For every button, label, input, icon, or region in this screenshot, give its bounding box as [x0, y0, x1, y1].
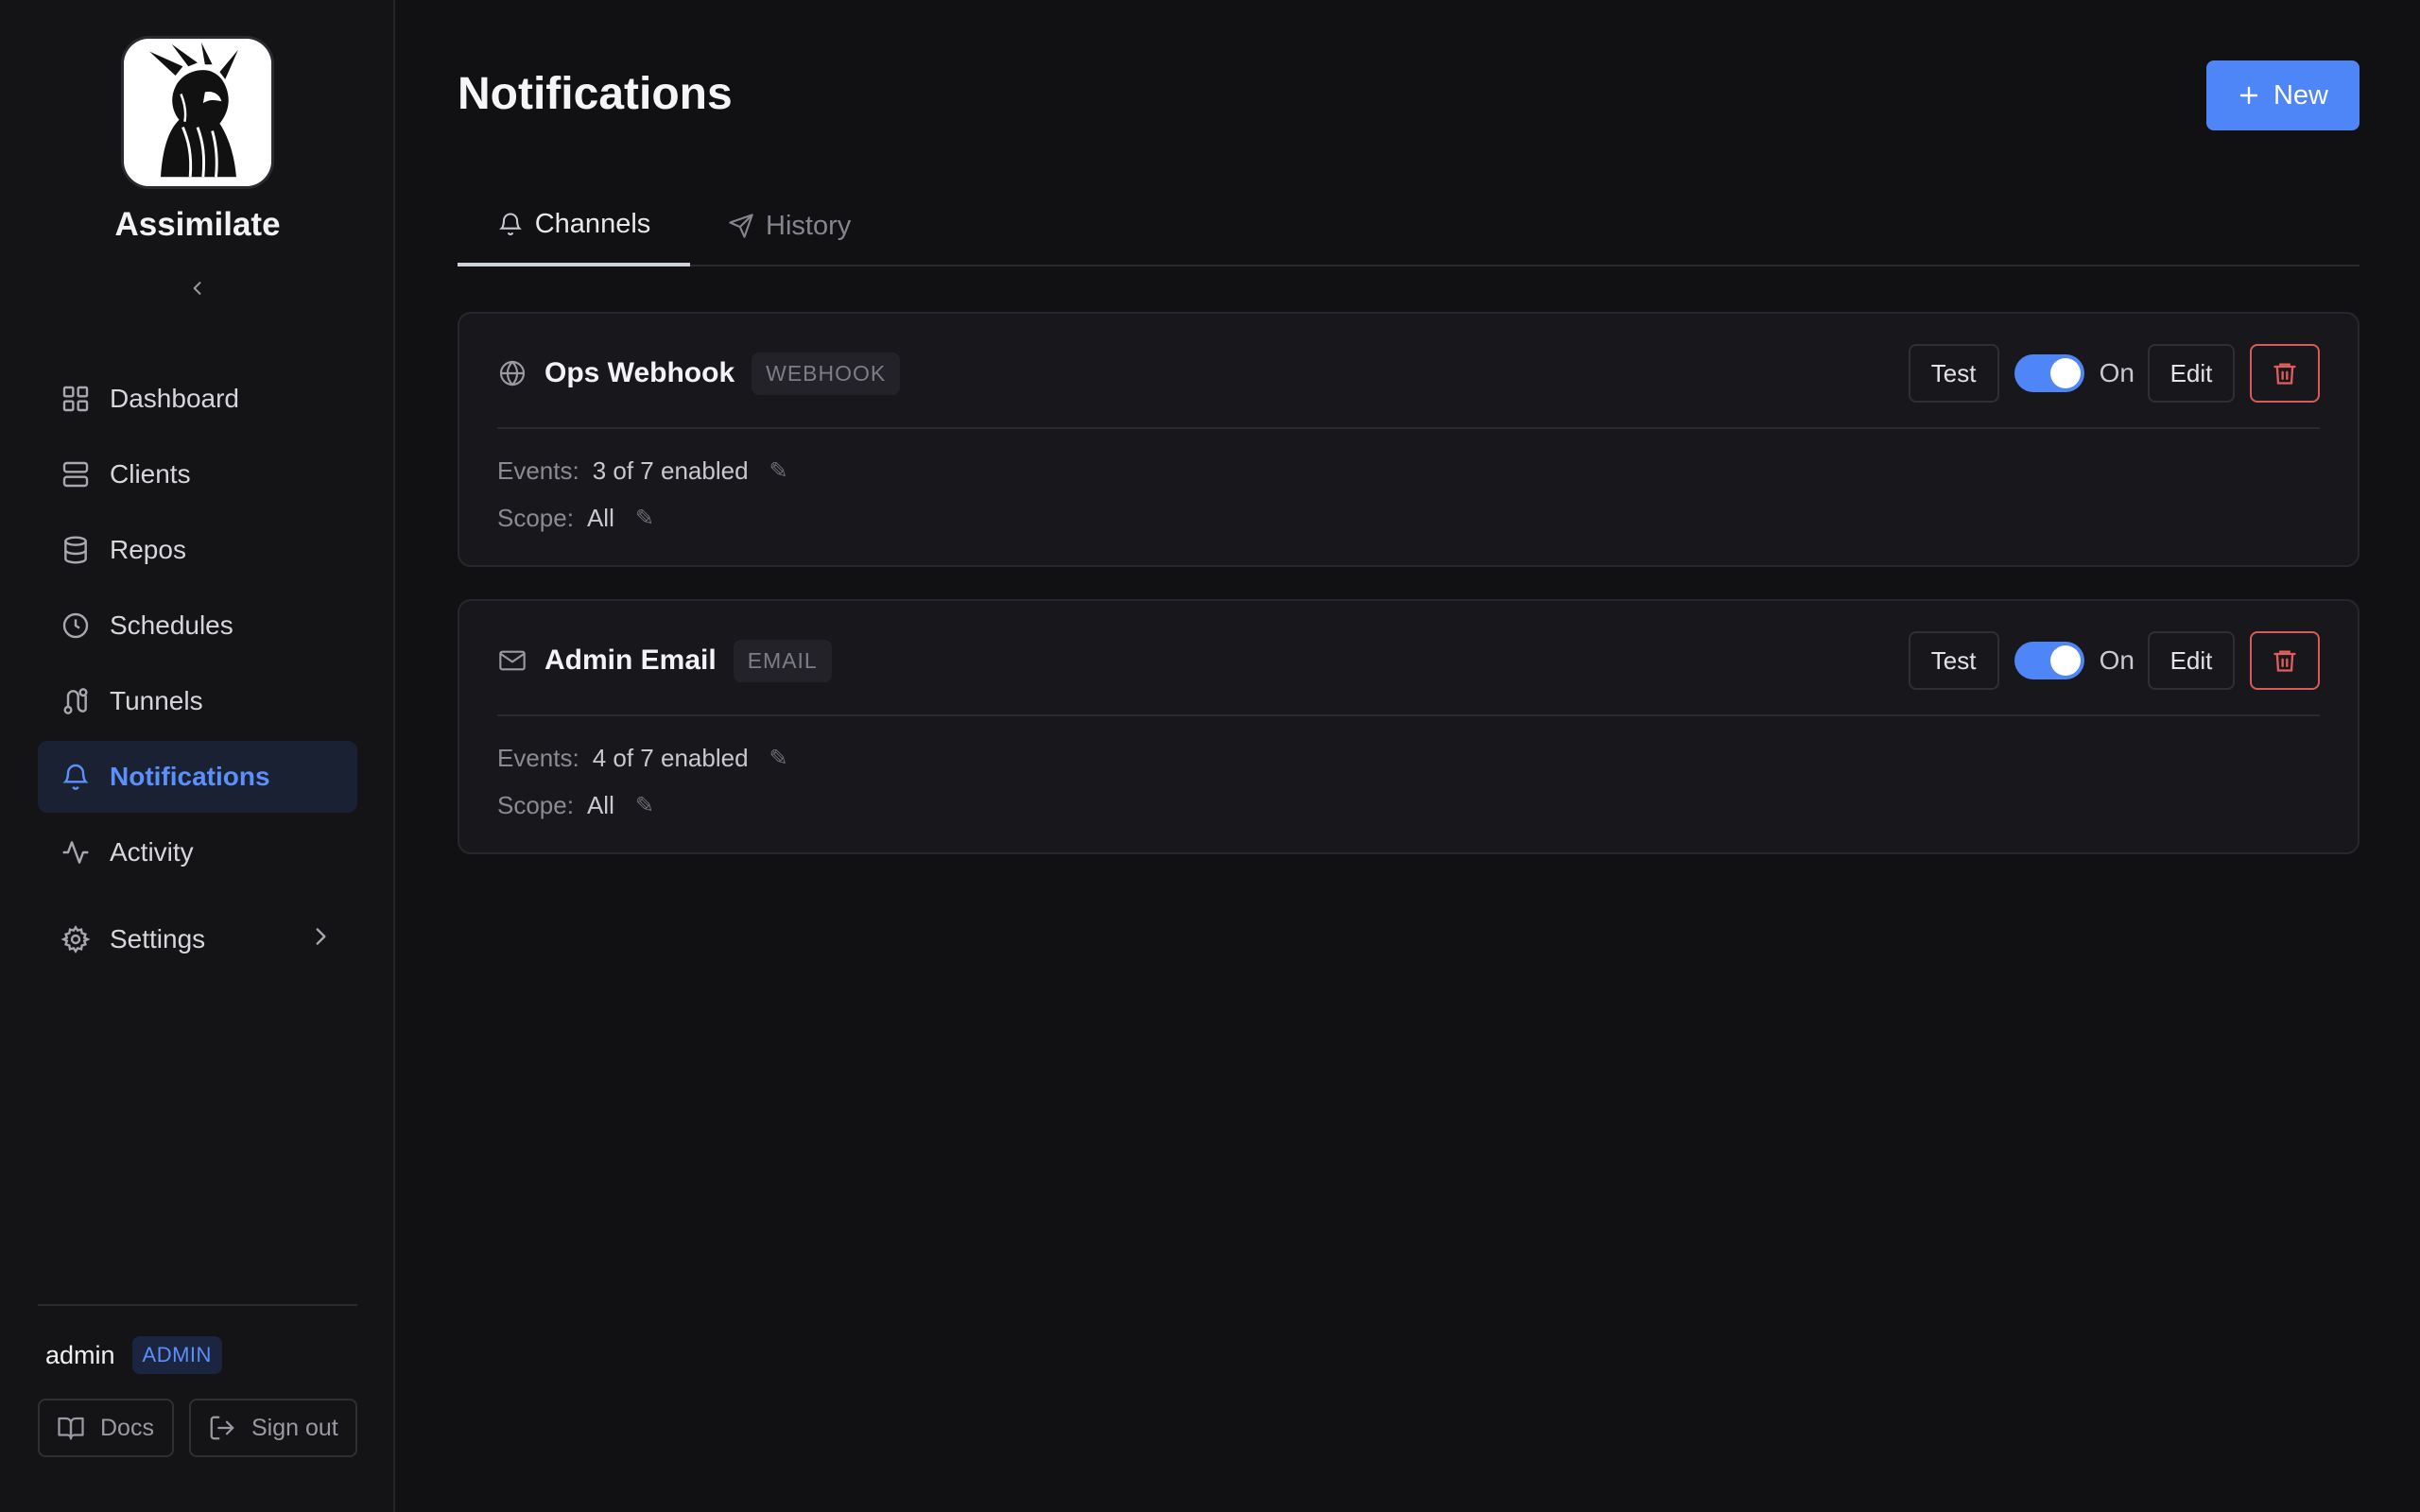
sidebar-item-tunnels[interactable]: Tunnels — [38, 665, 357, 737]
sidebar-item-label: Settings — [110, 924, 206, 954]
sidebar-divider — [38, 1304, 357, 1306]
channel-type-badge: WEBHOOK — [752, 352, 901, 395]
edit-scope-pencil-icon[interactable]: ✎ — [635, 792, 654, 819]
sidebar-item-label: Notifications — [110, 762, 270, 791]
sidebar-item-dashboard[interactable]: Dashboard — [38, 363, 357, 435]
username: admin — [45, 1340, 115, 1369]
channel-name: Ops Webhook — [544, 357, 735, 388]
sidebar-item-label: Clients — [110, 459, 191, 489]
delete-button[interactable] — [2250, 631, 2320, 690]
scope-label: Scope: — [497, 503, 574, 532]
trash-icon — [2273, 650, 2296, 672]
sidebar-item-schedules[interactable]: Schedules — [38, 590, 357, 662]
clock-icon — [60, 610, 91, 641]
sidebar-footer: Docs Sign out — [38, 1399, 357, 1457]
scope-row: Scope: All ✎ — [497, 786, 654, 824]
new-channel-button[interactable]: New — [2206, 60, 2360, 130]
events-row: Events: 4 of 7 enabled ✎ — [497, 739, 788, 777]
channel-card: Ops Webhook WEBHOOK Test On Edit Events:… — [458, 312, 2360, 567]
scope-value: All — [586, 503, 614, 532]
tab-channels[interactable]: Channels — [458, 185, 690, 266]
bell-icon — [60, 762, 91, 792]
page-title: Notifications — [458, 69, 733, 119]
sign-out-label: Sign out — [251, 1414, 338, 1441]
sidebar: Assimilate Dashboard Clients Repos Sched… — [0, 0, 395, 1512]
send-icon — [728, 213, 754, 239]
app-logo[interactable] — [121, 36, 274, 189]
trash-icon — [2273, 363, 2296, 385]
sidebar-item-settings[interactable]: Settings — [38, 903, 357, 975]
events-value: 3 of 7 enabled — [592, 455, 749, 485]
test-button[interactable]: Test — [1908, 631, 1999, 690]
events-label: Events: — [497, 455, 579, 485]
sidebar-item-activity[interactable]: Activity — [38, 816, 357, 888]
chevron-left-icon — [193, 282, 201, 295]
tab-bar: Channels History — [458, 185, 2360, 266]
toggle-knob — [2049, 645, 2081, 676]
events-value: 4 of 7 enabled — [592, 743, 749, 772]
test-button[interactable]: Test — [1908, 344, 1999, 403]
tab-history[interactable]: History — [728, 185, 851, 266]
activity-icon — [60, 837, 91, 868]
delete-button[interactable] — [2250, 344, 2320, 403]
grid-icon — [60, 384, 91, 414]
enabled-toggle[interactable] — [2014, 354, 2084, 392]
log-out-icon — [208, 1414, 236, 1442]
mail-icon — [497, 645, 527, 676]
bell-icon — [497, 211, 524, 237]
book-icon — [57, 1414, 85, 1442]
card-divider — [497, 427, 2320, 429]
logo-image — [124, 39, 271, 186]
enabled-toggle[interactable] — [2014, 642, 2084, 679]
sign-out-button[interactable]: Sign out — [189, 1399, 357, 1457]
role-badge: ADMIN — [131, 1336, 222, 1374]
app-name: Assimilate — [114, 206, 281, 243]
plus-icon — [2238, 84, 2260, 107]
gear-icon — [60, 924, 91, 954]
edit-events-pencil-icon[interactable]: ✎ — [769, 457, 788, 485]
globe-icon — [497, 358, 527, 388]
user-info: admin ADMIN — [45, 1336, 222, 1374]
edit-button[interactable]: Edit — [2148, 631, 2235, 690]
channel-card: Admin Email EMAIL Test On Edit Events: 4… — [458, 599, 2360, 854]
channel-actions: Test On Edit — [1908, 631, 2320, 690]
sidebar-item-label: Tunnels — [110, 686, 203, 715]
edit-button[interactable]: Edit — [2148, 344, 2235, 403]
events-label: Events: — [497, 743, 579, 772]
toggle-label: On — [2099, 645, 2135, 675]
sidebar-item-notifications[interactable]: Notifications — [38, 741, 357, 813]
sidebar-item-label: Schedules — [110, 610, 233, 640]
route-icon — [60, 686, 91, 716]
sidebar-item-clients[interactable]: Clients — [38, 438, 357, 510]
sidebar-item-label: Repos — [110, 535, 186, 564]
scope-row: Scope: All ✎ — [497, 499, 654, 537]
sidebar-item-repos[interactable]: Repos — [38, 514, 357, 586]
scope-value: All — [586, 790, 614, 819]
scope-label: Scope: — [497, 790, 574, 819]
edit-scope-pencil-icon[interactable]: ✎ — [635, 505, 654, 532]
sidebar-item-label: Dashboard — [110, 384, 239, 413]
channel-actions: Test On Edit — [1908, 344, 2320, 403]
toggle-knob — [2049, 358, 2081, 388]
card-divider — [497, 714, 2320, 716]
sidebar-item-label: Activity — [110, 837, 194, 867]
collapse-sidebar-button[interactable] — [182, 272, 214, 304]
channel-type-badge: EMAIL — [733, 639, 832, 682]
tab-label: Channels — [534, 208, 651, 239]
edit-events-pencil-icon[interactable]: ✎ — [769, 745, 788, 772]
sidebar-nav: Dashboard Clients Repos Schedules Tunnel… — [38, 363, 357, 979]
server-icon — [60, 459, 91, 490]
docs-label: Docs — [100, 1414, 154, 1441]
new-button-label: New — [2273, 79, 2328, 111]
chevron-right-icon — [308, 924, 333, 955]
tab-label: History — [766, 210, 852, 241]
toggle-label: On — [2099, 358, 2135, 387]
docs-button[interactable]: Docs — [38, 1399, 174, 1457]
channel-name: Admin Email — [544, 644, 717, 676]
events-row: Events: 3 of 7 enabled ✎ — [497, 452, 788, 490]
database-icon — [60, 535, 91, 565]
